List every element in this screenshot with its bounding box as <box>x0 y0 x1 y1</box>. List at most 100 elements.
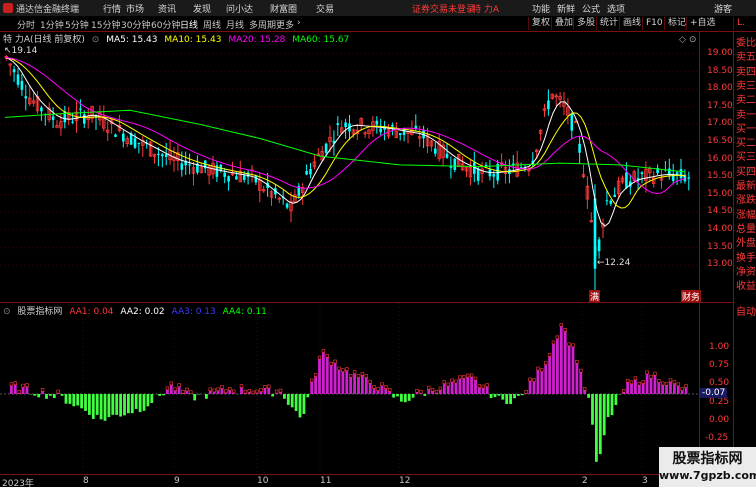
indicator-bar <box>259 391 263 394</box>
indicator-bar <box>649 378 653 394</box>
side-panel-label[interactable]: 买二 <box>736 138 756 150</box>
indicator-bar <box>341 371 345 394</box>
high-price-marker: ↖19.14 <box>4 46 38 56</box>
indicator-bar <box>212 391 216 394</box>
indicator-bar <box>481 388 485 394</box>
candle-body <box>625 172 628 189</box>
indicator-bar-outline <box>228 387 232 391</box>
indicator-bar <box>403 394 407 403</box>
indicator-bar <box>208 390 212 394</box>
aa3-value: AA3: 0.13 <box>171 307 216 317</box>
chart-axis-divider <box>699 32 700 474</box>
side-panel-label[interactable]: 卖四 <box>736 67 756 79</box>
indicator-bar-outline <box>536 366 540 371</box>
indicator-bar <box>532 381 536 394</box>
indicator-bar <box>88 394 91 415</box>
candle-body <box>593 198 597 269</box>
indicator-bar-outline <box>657 379 661 383</box>
indicator-bar-outline <box>259 388 263 392</box>
indicator-bar-outline <box>551 340 556 345</box>
indicator-bar-outline <box>664 382 669 386</box>
indicator-bar-outline <box>372 385 376 389</box>
indicator-bar <box>657 382 661 394</box>
indicator-bar-outline <box>341 368 345 373</box>
indicator-bar-outline <box>232 389 236 394</box>
indicator-bar <box>37 394 41 398</box>
indicator-bar-outline <box>56 389 60 394</box>
indicator-bar <box>364 377 368 394</box>
indicator-bar <box>439 390 442 394</box>
indicator-bar <box>442 383 446 394</box>
indicator-bar <box>158 394 161 396</box>
candle-body <box>188 164 191 166</box>
side-panel-label[interactable]: 买一 <box>736 124 756 136</box>
watermark-url: www.7gpzb.com <box>659 469 756 482</box>
side-panel-label[interactable]: 卖三 <box>736 81 756 93</box>
candle-body <box>375 120 379 125</box>
indicator-bar-outline <box>458 375 462 380</box>
indicator-bar-outline <box>481 384 485 389</box>
indicator-bar-outline <box>473 376 478 381</box>
aa1-value: AA1: 0.04 <box>69 307 114 317</box>
candle-body <box>254 175 258 183</box>
indicator-bar <box>575 363 579 394</box>
side-panel-label[interactable]: 卖一 <box>736 110 756 122</box>
indicator-bar <box>68 394 72 404</box>
candle-body <box>71 121 74 123</box>
indicator-bar <box>587 394 590 398</box>
indicator-bar-outline <box>660 381 665 386</box>
indicator-bar-outline <box>415 388 419 393</box>
indicator-bar-outline <box>360 371 365 376</box>
aa2-value: AA2: 0.02 <box>120 307 165 317</box>
indicator-bar-outline <box>559 323 564 327</box>
indicator-bar-outline <box>21 383 25 388</box>
indicator-bar-outline <box>438 386 443 391</box>
side-panel-label[interactable]: 自动 <box>736 307 756 319</box>
candle-body <box>133 138 137 148</box>
indicator-bar <box>306 394 310 398</box>
side-panel-label[interactable]: 委比 <box>736 38 756 50</box>
indicator-tick-label: 0.75 <box>709 360 730 371</box>
time-tick-label: 3 <box>642 476 648 486</box>
indicator-bar <box>49 394 52 396</box>
side-panel-label[interactable]: 卖二 <box>736 95 756 107</box>
indicator-bar <box>552 343 555 394</box>
indicator-bar <box>665 385 668 394</box>
side-panel-label[interactable]: 收益 <box>736 281 756 293</box>
side-panel-label[interactable]: 涨幅 <box>736 210 756 222</box>
indicator-bar-outline <box>465 373 470 378</box>
side-panel-label[interactable]: 买四 <box>736 167 756 179</box>
candle-body <box>668 168 671 175</box>
side-panel-label[interactable]: 总量 <box>736 224 756 236</box>
indicator-bar-outline <box>563 328 567 332</box>
candle-body <box>223 172 226 177</box>
indicator-bar-outline <box>571 343 575 348</box>
ma10-line <box>4 57 686 209</box>
side-panel-label[interactable]: 卖五 <box>736 52 756 64</box>
side-panel-label[interactable]: 换手 <box>736 253 756 265</box>
pane-divider <box>0 302 733 303</box>
indicator-bar <box>10 385 13 394</box>
indicator-bar-outline <box>169 381 173 386</box>
price-tick-label: 16.50 <box>707 136 733 146</box>
indicator-bar <box>150 394 154 403</box>
indicator-tick-label: -0.25 <box>705 433 729 443</box>
indicator-menu-icon[interactable]: ⊙ <box>3 307 11 317</box>
candle-body <box>20 80 24 90</box>
side-panel-label[interactable]: 净资 <box>736 267 756 279</box>
side-panel-label[interactable]: 外盘 <box>736 238 756 250</box>
indicator-bar-outline <box>247 389 251 393</box>
candle-body <box>613 194 616 198</box>
indicator-bar-outline <box>555 335 560 340</box>
kline-chart[interactable] <box>0 0 756 487</box>
indicator-bar <box>548 356 551 394</box>
indicator-bar-outline <box>267 384 271 389</box>
side-panel-label[interactable]: 涨跌 <box>736 195 756 207</box>
indicator-bar <box>205 394 208 399</box>
indicator-bar <box>333 362 337 394</box>
side-panel-label[interactable]: 买三 <box>736 152 756 164</box>
side-panel-label[interactable]: 最新 <box>736 181 756 193</box>
time-tick-label: 11 <box>320 476 332 486</box>
indicator-name[interactable]: 股票指标网 <box>17 307 62 317</box>
watermark-title: 股票指标网 <box>672 451 743 467</box>
